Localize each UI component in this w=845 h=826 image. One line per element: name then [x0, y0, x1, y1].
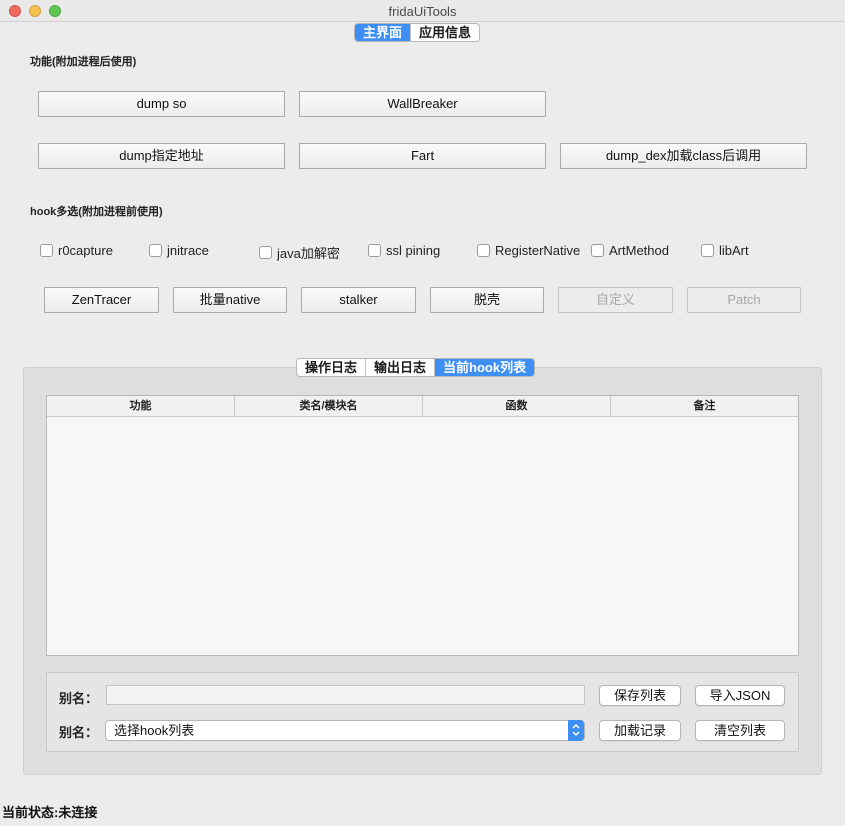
fart-button[interactable]: Fart — [299, 143, 546, 169]
functions-section-label: 功能(附加进程后使用) — [30, 56, 137, 68]
dump-address-button[interactable]: dump指定地址 — [38, 143, 285, 169]
hooks-section-label: hook多选(附加进程前使用) — [30, 206, 163, 218]
register-native-label: RegisterNative — [495, 243, 581, 258]
title-bar: fridaUiTools — [0, 0, 845, 22]
wallbreaker-button[interactable]: WallBreaker — [299, 91, 546, 117]
checkbox-box[interactable] — [259, 246, 272, 259]
batch-native-button[interactable]: 批量native — [173, 287, 287, 313]
clear-list-button[interactable]: 清空列表 — [695, 720, 785, 741]
log-tab-bar: 操作日志 输出日志 当前hook列表 — [296, 358, 536, 377]
unpack-button[interactable]: 脱壳 — [430, 287, 544, 313]
dump-dex-button[interactable]: dump_dex加载class后调用 — [560, 143, 807, 169]
alias-label-2: 别名： — [59, 725, 99, 740]
status-bar: 当前状态:未连接 — [0, 804, 845, 826]
ssl-pinning-checkbox[interactable]: ssl pining — [368, 243, 440, 258]
ssl-pinning-label: ssl pining — [386, 243, 441, 258]
hook-list-select[interactable]: 选择hook列表 — [105, 720, 585, 741]
window-title: fridaUiTools — [388, 4, 457, 19]
stalker-button[interactable]: stalker — [301, 287, 416, 313]
checkbox-box[interactable] — [477, 244, 490, 257]
patch-button[interactable]: Patch — [687, 287, 801, 313]
column-header-note[interactable]: 备注 — [611, 396, 798, 416]
checkbox-box[interactable] — [368, 244, 381, 257]
checkbox-box[interactable] — [701, 244, 714, 257]
checkbox-box[interactable] — [149, 244, 162, 257]
save-list-button[interactable]: 保存列表 — [599, 685, 681, 706]
art-method-checkbox[interactable]: ArtMethod — [591, 243, 669, 258]
libart-checkbox[interactable]: libArt — [701, 243, 749, 258]
table-header: 功能 类名/模块名 函数 备注 — [47, 396, 798, 417]
checkbox-box[interactable] — [40, 244, 53, 257]
art-method-label: ArtMethod — [609, 243, 669, 258]
jnitrace-checkbox[interactable]: jnitrace — [149, 243, 209, 258]
main-tab-bar: 主界面 应用信息 — [354, 23, 481, 42]
tab-main[interactable]: 主界面 — [355, 24, 412, 41]
java-crypto-checkbox[interactable]: java加解密 — [259, 243, 340, 262]
zentracer-button[interactable]: ZenTracer — [44, 287, 159, 313]
register-native-checkbox[interactable]: RegisterNative — [477, 243, 580, 258]
connection-status: 当前状态:未连接 — [2, 805, 98, 820]
column-header-method[interactable]: 函数 — [423, 396, 611, 416]
column-header-func[interactable]: 功能 — [47, 396, 235, 416]
r0capture-checkbox[interactable]: r0capture — [40, 243, 113, 258]
tab-operation-log[interactable]: 操作日志 — [297, 359, 367, 376]
tab-hook-list[interactable]: 当前hook列表 — [435, 359, 535, 376]
r0capture-label: r0capture — [58, 243, 113, 258]
libart-label: libArt — [719, 243, 749, 258]
tab-output-log[interactable]: 输出日志 — [366, 359, 436, 376]
alias-input[interactable] — [106, 685, 585, 705]
alias-label-1: 别名： — [59, 691, 99, 706]
hook-list-select-value: 选择hook列表 — [114, 723, 195, 738]
load-record-button[interactable]: 加载记录 — [599, 720, 681, 741]
dump-so-button[interactable]: dump so — [38, 91, 285, 117]
java-crypto-label: java加解密 — [277, 246, 340, 261]
tab-app-info[interactable]: 应用信息 — [411, 24, 479, 41]
import-json-button[interactable]: 导入JSON — [695, 685, 785, 706]
checkbox-box[interactable] — [591, 244, 604, 257]
custom-button[interactable]: 自定义 — [558, 287, 673, 313]
jnitrace-label: jnitrace — [167, 243, 209, 258]
hook-list-table[interactable]: 功能 类名/模块名 函数 备注 — [46, 395, 799, 656]
chevron-updown-icon[interactable] — [568, 720, 584, 741]
column-header-class[interactable]: 类名/模块名 — [235, 396, 423, 416]
